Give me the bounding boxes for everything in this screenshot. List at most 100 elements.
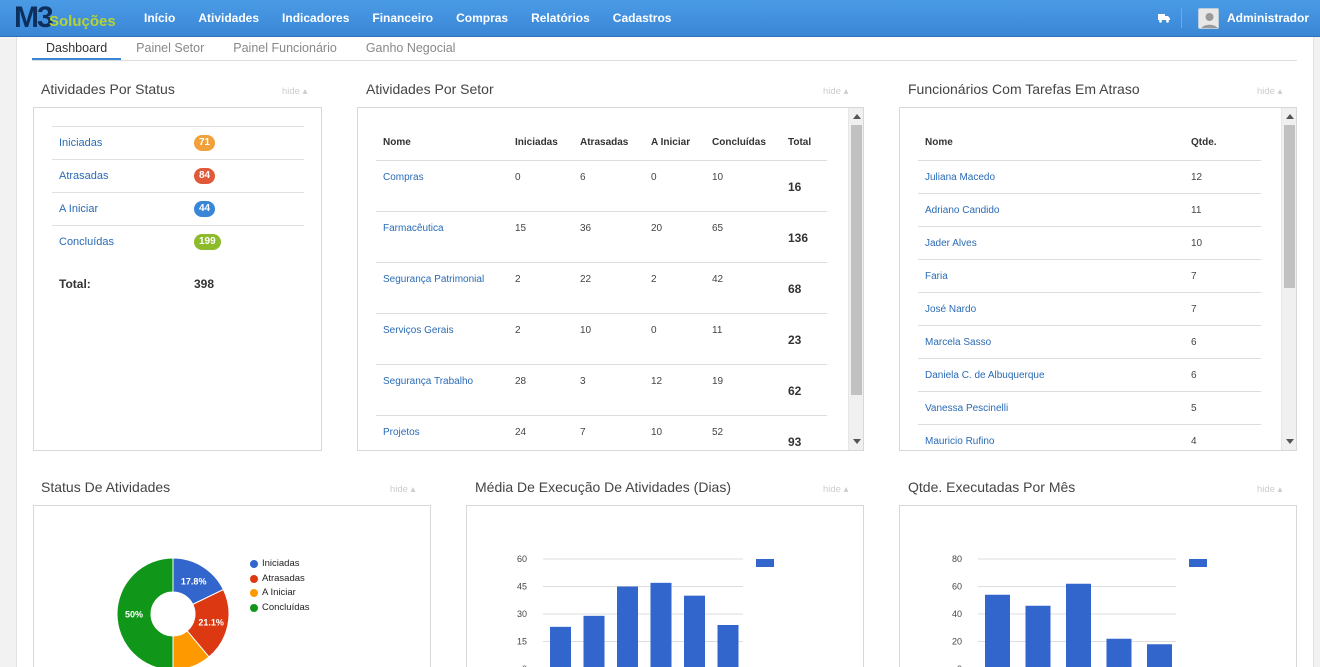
funcionario-link[interactable]: Marcela Sasso — [925, 337, 991, 348]
cell-atrasadas: 7 — [573, 415, 644, 450]
func-scrollbar[interactable] — [1281, 108, 1296, 450]
legend-dot — [250, 603, 258, 612]
status-link-concluidas[interactable]: Concluídas — [59, 236, 114, 248]
cell-atrasadas: 3 — [573, 364, 644, 416]
func-scroll-thumb[interactable] — [1284, 125, 1295, 288]
mes-panel: 806040200 — [899, 505, 1297, 667]
table-row: Mauricio Rufino 4 — [918, 424, 1261, 450]
cell-qtde: 10 — [1184, 226, 1261, 260]
table-row: Juliana Macedo 12 — [918, 160, 1261, 194]
legend-dot — [250, 589, 258, 597]
media-panel-title: Média De Execução De Atividades (Dias) — [475, 479, 732, 495]
cell-qtde: 7 — [1184, 292, 1261, 326]
col-header-nome[interactable]: Nome — [376, 126, 508, 161]
col-header-iniciadas[interactable]: Iniciadas — [508, 126, 573, 161]
menu-item-atividades[interactable]: Atividades — [188, 0, 269, 37]
scroll-up-icon[interactable] — [853, 114, 861, 119]
status-link-a-iniciar[interactable]: A Iniciar — [59, 203, 98, 215]
setor-link[interactable]: Segurança Patrimonial — [383, 274, 484, 285]
setor-panel-hide-link[interactable]: hide ▴ — [823, 86, 848, 97]
funcionario-link[interactable]: Faria — [925, 271, 948, 282]
bar[interactable] — [1147, 644, 1172, 667]
bar[interactable] — [985, 594, 1010, 667]
cell-iniciadas: 2 — [508, 262, 573, 314]
table-row: Vanessa Pescinelli 5 — [918, 391, 1261, 425]
col-header-concluidas[interactable]: Concluídas — [705, 126, 781, 161]
bar[interactable] — [1106, 638, 1132, 667]
cell-total: 62 — [781, 364, 827, 416]
tab-painel-funcionario[interactable]: Painel Funcionário — [219, 37, 351, 60]
setor-link[interactable]: Compras — [383, 172, 424, 183]
menu-item-cadastros[interactable]: Cadastros — [603, 0, 682, 37]
bar[interactable] — [717, 625, 739, 667]
cell-a-iniciar: 0 — [644, 160, 705, 212]
status-total-label: Total: — [59, 277, 91, 291]
status-row-a-iniciar: A Iniciar 44 — [52, 192, 304, 225]
col-header-atrasadas[interactable]: Atrasadas — [573, 126, 644, 161]
setor-link[interactable]: Segurança Trabalho — [383, 376, 473, 387]
setor-link[interactable]: Projetos — [383, 427, 420, 438]
funcionario-link[interactable]: José Nardo — [925, 304, 976, 315]
legend-swatch[interactable] — [756, 559, 774, 567]
status-panel-hide-link[interactable]: hide ▴ — [282, 86, 307, 97]
setor-link[interactable]: Farmacêutica — [383, 223, 444, 234]
col-header-nome[interactable]: Nome — [918, 126, 1184, 161]
legend-swatch[interactable] — [1189, 559, 1207, 567]
cell-iniciadas: 15 — [508, 211, 573, 263]
setor-scrollbar[interactable] — [848, 108, 863, 450]
func-table: Nome Qtde. Juliana Macedo 12 Adriano Can… — [918, 126, 1261, 450]
table-row: Faria 7 — [918, 259, 1261, 293]
func-panel-hide-link[interactable]: hide ▴ — [1257, 86, 1282, 97]
bar[interactable] — [684, 595, 705, 667]
media-panel-hide-link[interactable]: hide ▴ — [823, 484, 848, 495]
funcionario-link[interactable]: Adriano Candido — [925, 205, 1000, 216]
logo[interactable]: M3 Soluções — [14, 3, 118, 33]
status-link-iniciadas[interactable]: Iniciadas — [59, 137, 102, 149]
setor-scroll-thumb[interactable] — [851, 125, 862, 395]
legend-item-concluidas[interactable]: Concluídas — [250, 601, 310, 616]
tab-dashboard[interactable]: Dashboard — [32, 37, 122, 60]
truck-icon[interactable] — [1158, 13, 1170, 23]
cell-total: 136 — [781, 211, 827, 263]
bar[interactable] — [650, 582, 672, 667]
cell-qtde: 5 — [1184, 391, 1261, 425]
menu-item-indicadores[interactable]: Indicadores — [272, 0, 359, 37]
funcionario-link[interactable]: Daniela C. de Albuquerque — [925, 370, 1045, 381]
tab-ganho-negocial[interactable]: Ganho Negocial — [352, 37, 470, 60]
scroll-down-icon[interactable] — [1286, 439, 1294, 444]
bar[interactable] — [1066, 583, 1091, 667]
funcionario-link[interactable]: Mauricio Rufino — [925, 436, 994, 447]
col-header-a-iniciar[interactable]: A Iniciar — [644, 126, 705, 161]
funcionario-link[interactable]: Jader Alves — [925, 238, 977, 249]
legend-item-atrasadas[interactable]: Atrasadas — [250, 572, 310, 587]
table-row: Farmacêutica 15 36 20 65 136 — [376, 211, 827, 263]
menu-item-financeiro[interactable]: Financeiro — [362, 0, 443, 37]
cell-qtde: 12 — [1184, 160, 1261, 194]
bar[interactable] — [550, 626, 571, 667]
bar[interactable] — [583, 615, 605, 667]
pie-legend: Iniciadas Atrasadas A Iniciar Concluídas — [250, 557, 310, 615]
menu-item-relatorios[interactable]: Relatórios — [521, 0, 600, 37]
tab-painel-setor[interactable]: Painel Setor — [122, 37, 218, 60]
col-header-total[interactable]: Total — [781, 126, 827, 161]
pie-panel-hide-link[interactable]: hide ▴ — [390, 484, 415, 495]
mes-panel-hide-link[interactable]: hide ▴ — [1257, 484, 1282, 495]
col-header-qtde[interactable]: Qtde. — [1184, 126, 1261, 161]
funcionario-link[interactable]: Vanessa Pescinelli — [925, 403, 1008, 414]
scroll-up-icon[interactable] — [1286, 114, 1294, 119]
status-link-atrasadas[interactable]: Atrasadas — [59, 170, 109, 182]
bar[interactable] — [617, 586, 638, 667]
cell-total: 93 — [781, 415, 827, 450]
menu-item-compras[interactable]: Compras — [446, 0, 518, 37]
user-menu[interactable]: Administrador — [1227, 0, 1309, 37]
status-row-iniciadas: Iniciadas 71 — [52, 126, 304, 159]
menu-item-inicio[interactable]: Início — [134, 0, 185, 37]
legend-item-iniciadas[interactable]: Iniciadas — [250, 557, 310, 572]
funcionario-link[interactable]: Juliana Macedo — [925, 172, 995, 183]
bar[interactable] — [1025, 605, 1051, 667]
setor-link[interactable]: Serviços Gerais — [383, 325, 454, 336]
legend-item-a-iniciar[interactable]: A Iniciar — [250, 586, 310, 601]
user-avatar-icon[interactable] — [1198, 8, 1219, 29]
table-row: Marcela Sasso 6 — [918, 325, 1261, 359]
scroll-down-icon[interactable] — [853, 439, 861, 444]
